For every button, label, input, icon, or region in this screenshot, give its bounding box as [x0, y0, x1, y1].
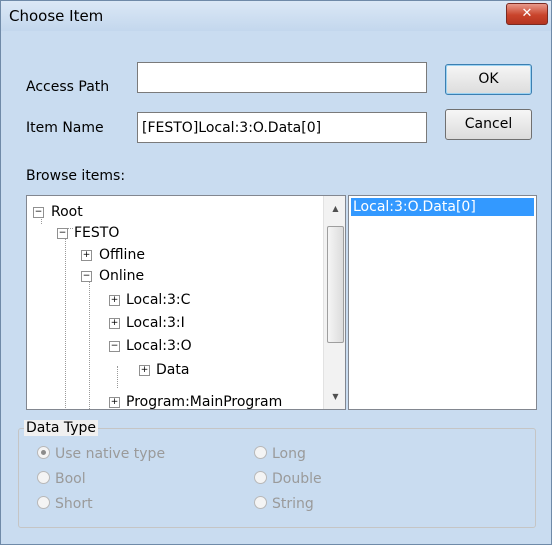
radio-double[interactable]: Double — [254, 471, 322, 487]
expand-icon[interactable]: + — [109, 295, 120, 306]
scroll-down-icon[interactable]: ▼ — [324, 392, 345, 401]
close-button[interactable]: ✕ — [506, 3, 548, 25]
collapse-icon[interactable]: − — [81, 271, 92, 282]
ok-button[interactable]: OK — [445, 64, 532, 95]
list-item-selected[interactable]: Local:3:O.Data[0] — [351, 198, 534, 216]
radio-short[interactable]: Short — [37, 496, 93, 512]
expand-icon[interactable]: + — [109, 397, 120, 408]
radio-icon — [254, 471, 267, 484]
close-icon: ✕ — [521, 6, 533, 21]
collapse-icon[interactable]: − — [109, 341, 120, 352]
radio-bool[interactable]: Bool — [37, 471, 86, 487]
title-bar[interactable]: Choose Item ✕ — [1, 1, 551, 31]
data-type-label: Data Type — [24, 420, 99, 436]
browse-tree[interactable]: − Root − FESTO + Offline − Online + Loca… — [26, 195, 346, 410]
radio-icon — [37, 471, 50, 484]
access-path-input[interactable] — [137, 62, 427, 93]
item-name-input[interactable]: [FESTO]Local:3:O.Data[0] — [137, 112, 427, 143]
collapse-icon[interactable]: − — [33, 207, 44, 218]
radio-string[interactable]: String — [254, 496, 314, 512]
access-path-label: Access Path — [26, 79, 110, 95]
cancel-button[interactable]: Cancel — [445, 109, 532, 140]
expand-icon[interactable]: + — [81, 250, 92, 261]
radio-long[interactable]: Long — [254, 446, 306, 462]
tree-scrollbar[interactable]: ▲ ▼ — [323, 196, 345, 409]
items-list[interactable]: Local:3:O.Data[0] — [348, 195, 537, 410]
item-name-label: Item Name — [26, 120, 104, 136]
radio-use-native-type[interactable]: Use native type — [37, 446, 165, 462]
browse-items-label: Browse items: — [26, 168, 126, 184]
scroll-up-icon[interactable]: ▲ — [324, 204, 345, 213]
window-title: Choose Item — [9, 7, 104, 25]
collapse-icon[interactable]: − — [57, 228, 68, 239]
radio-checked-icon — [37, 446, 50, 459]
radio-icon — [254, 496, 267, 509]
radio-icon — [254, 446, 267, 459]
expand-icon[interactable]: + — [109, 318, 120, 329]
scroll-thumb[interactable] — [327, 226, 344, 343]
radio-icon — [37, 496, 50, 509]
expand-icon[interactable]: + — [139, 365, 150, 376]
